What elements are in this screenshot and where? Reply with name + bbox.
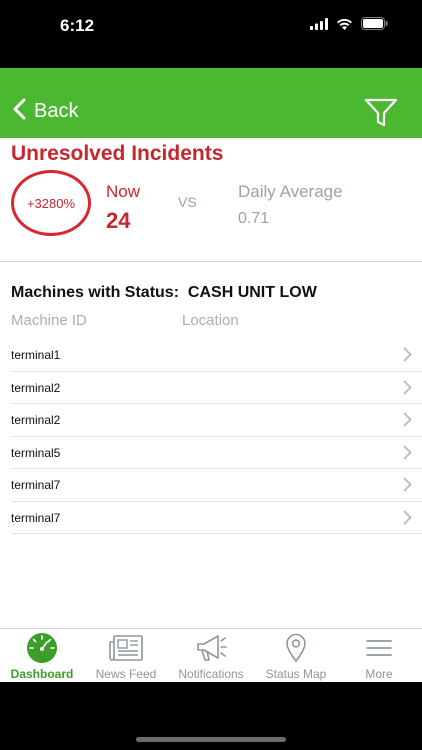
nav-bar: Back (0, 68, 422, 138)
machine-id: terminal5 (11, 445, 61, 460)
filter-icon (364, 98, 398, 132)
signal-icon (310, 17, 328, 35)
machine-id: terminal1 (11, 348, 61, 362)
status-bar: 6:12 (0, 0, 422, 56)
machine-id: terminal7 (11, 478, 61, 492)
tab-dashboard[interactable]: Dashboard (2, 629, 82, 683)
chevron-right-icon (403, 445, 412, 465)
tab-news-feed[interactable]: News Feed (86, 629, 166, 683)
chevron-right-icon (403, 510, 412, 530)
megaphone-icon (194, 632, 228, 664)
table-row[interactable]: terminal2 (11, 372, 422, 404)
column-header-machine-id: Machine ID (11, 312, 87, 329)
tab-notifications[interactable]: Notifications (170, 629, 252, 683)
newspaper-icon (108, 632, 144, 664)
table-row[interactable]: terminal1 (11, 339, 422, 372)
daily-average-label: Daily Average (238, 182, 343, 201)
home-indicator (136, 737, 286, 742)
wifi-icon (336, 17, 353, 35)
percent-change-badge: +3280% (11, 170, 91, 236)
status-time: 6:12 (60, 16, 95, 35)
tab-bar: Dashboard News Feed Notifications Status… (0, 628, 422, 682)
vs-label: VS (178, 194, 197, 210)
tab-label: Status Map (265, 667, 327, 681)
column-header-location: Location (182, 312, 239, 329)
table-row[interactable]: terminal5 (11, 437, 422, 469)
status-icons (310, 17, 388, 35)
chevron-right-icon (403, 412, 412, 432)
chevron-right-icon (403, 477, 412, 497)
chevron-right-icon (403, 347, 412, 367)
machine-id: terminal7 (11, 510, 61, 525)
chevron-right-icon (403, 380, 412, 400)
tab-status-map[interactable]: Status Map (256, 629, 336, 683)
page-title: Unresolved Incidents (11, 142, 224, 165)
tab-label: News Feed (95, 667, 157, 681)
machines-status-heading: Machines with Status: CASH UNIT LOW (11, 284, 317, 301)
tab-more[interactable]: More (340, 629, 418, 683)
percent-change-value: +3280% (26, 195, 76, 211)
table-row[interactable]: terminal7 (11, 502, 422, 534)
table-row[interactable]: terminal7 (11, 469, 422, 502)
tab-label: More (365, 667, 393, 681)
terminal-list: terminal1 terminal2 terminal2 terminal5 … (0, 339, 422, 534)
map-pin-icon (285, 632, 307, 664)
back-label: Back (34, 100, 79, 122)
app-screen: Back Unresolved Incidents +3280% Now 24 … (0, 68, 422, 682)
table-row[interactable]: terminal2 (11, 404, 422, 437)
filter-button[interactable] (364, 98, 398, 133)
section-divider (0, 261, 422, 262)
daily-average-value: 0.71 (238, 210, 270, 227)
machine-id: terminal2 (11, 380, 61, 395)
tab-label: Dashboard (10, 667, 74, 681)
tab-label: Notifications (178, 667, 244, 681)
machine-id: terminal2 (11, 413, 61, 427)
chevron-left-icon (12, 98, 26, 125)
now-label: Now (106, 182, 141, 201)
battery-icon (361, 17, 388, 35)
back-button[interactable]: Back (12, 98, 78, 125)
now-value: 24 (106, 208, 131, 233)
menu-icon (365, 632, 393, 664)
speedometer-icon (26, 632, 58, 664)
